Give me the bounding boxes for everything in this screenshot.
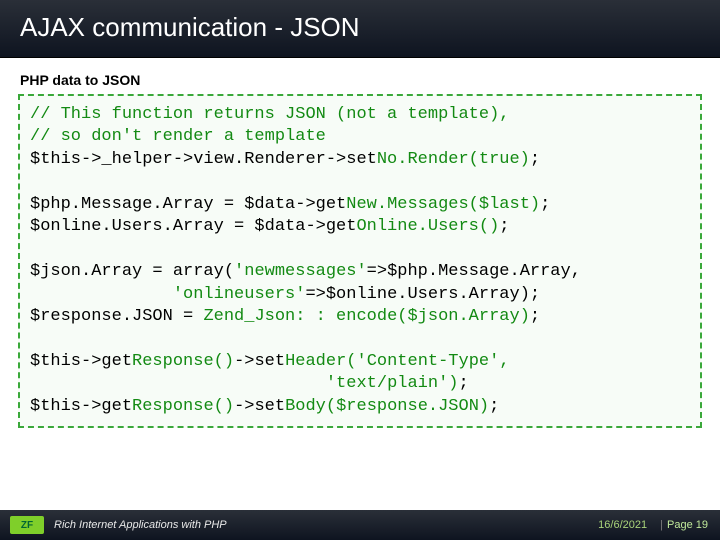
code-text [30, 285, 173, 304]
code-text: ->set [234, 397, 285, 416]
code-text: ; [540, 195, 550, 214]
code-text: $response.JSON = [30, 307, 203, 326]
slide-content: PHP data to JSON // This function return… [0, 58, 720, 510]
code-text: $this->get [30, 397, 132, 416]
zend-logo-icon: ZF [10, 516, 44, 534]
code-comment: // so don't render a template [30, 127, 326, 146]
code-text: $json.Array = array( [30, 262, 234, 281]
section-subtitle: PHP data to JSON [18, 72, 702, 88]
code-highlight: Response() [132, 352, 234, 371]
code-highlight: Online.Users() [356, 217, 499, 236]
code-highlight: 'onlineusers' [173, 285, 306, 304]
code-text: ->set [234, 352, 285, 371]
code-highlight: 'newmessages' [234, 262, 367, 281]
code-block: // This function returns JSON (not a tem… [18, 94, 702, 428]
footer-course: Rich Internet Applications with PHP [54, 519, 227, 531]
slide-footer: ZF Rich Internet Applications with PHP 1… [0, 510, 720, 540]
footer-date: 16/6/2021 [598, 519, 647, 531]
code-highlight: Body($response.JSON) [285, 397, 489, 416]
code-text: ; [530, 307, 540, 326]
code-text: $this->get [30, 352, 132, 371]
code-text: =>$php.Message.Array, [367, 262, 581, 281]
page-number: Page 19 [667, 519, 708, 531]
code-text: ; [499, 217, 509, 236]
code-highlight: Header('Content-Type', [285, 352, 509, 371]
code-highlight: Response() [132, 397, 234, 416]
code-text: $this->_helper->view.Renderer->set [30, 150, 377, 169]
code-highlight: 'text/plain') [326, 374, 459, 393]
code-text: $online.Users.Array = $data->get [30, 217, 356, 236]
code-text: $php.Message.Array = $data->get [30, 195, 346, 214]
code-highlight: No.Render(true) [377, 150, 530, 169]
footer-page: |Page 19 [656, 519, 708, 531]
code-text [30, 374, 326, 393]
title-text: AJAX communication - JSON [20, 12, 360, 42]
code-highlight: New.Messages($last) [346, 195, 540, 214]
code-text: =>$online.Users.Array); [305, 285, 540, 304]
code-text: ; [458, 374, 468, 393]
code-text: ; [530, 150, 540, 169]
footer-right: 16/6/2021 |Page 19 [598, 519, 708, 531]
code-highlight: Zend_Json: : encode($json.Array) [203, 307, 529, 326]
code-comment: // This function returns JSON (not a tem… [30, 105, 509, 124]
slide-title: AJAX communication - JSON [0, 0, 720, 58]
code-text: ; [489, 397, 499, 416]
